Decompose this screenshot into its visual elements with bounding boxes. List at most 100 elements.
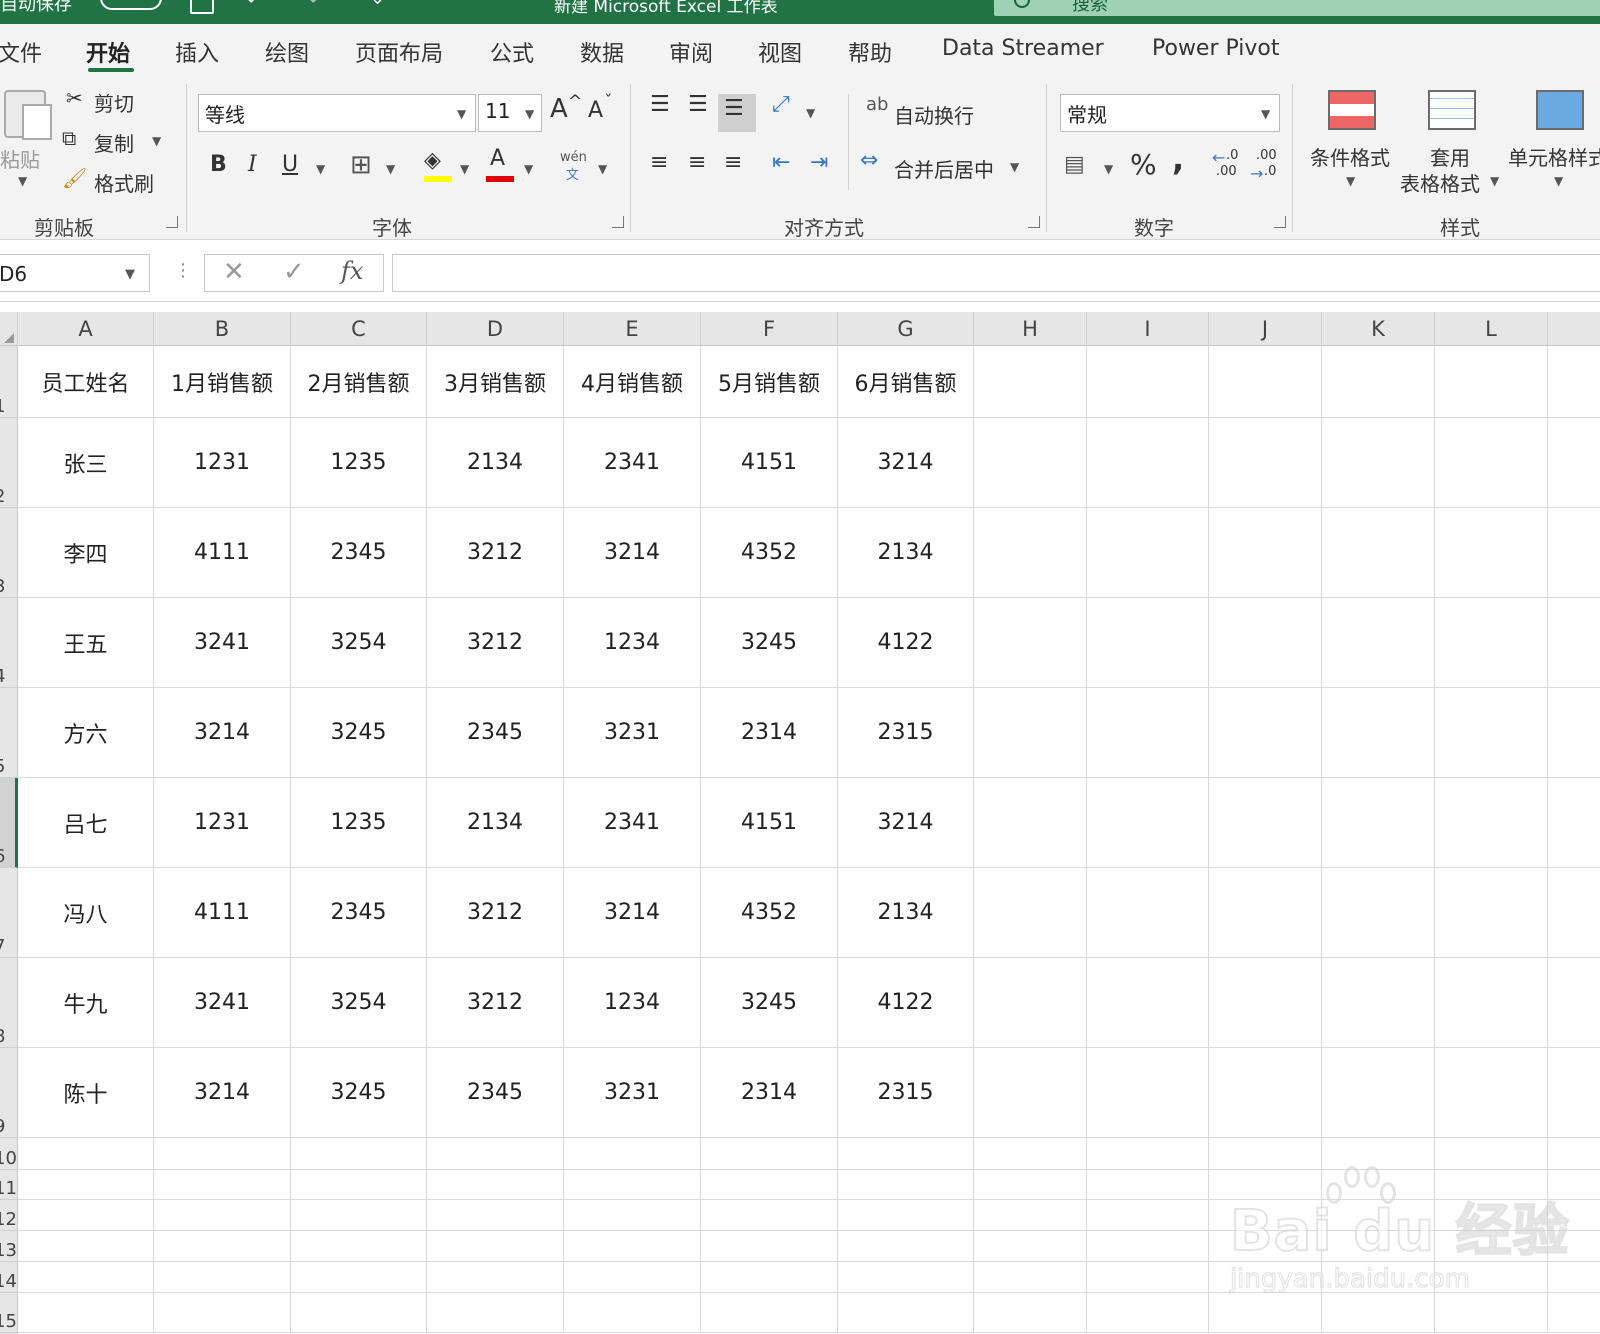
tab-review[interactable]: 审阅 [669, 36, 713, 68]
increase-indent-icon[interactable]: ⇥ [810, 150, 828, 175]
table-cell[interactable]: 3214 [564, 508, 701, 598]
italic-button[interactable]: I [248, 152, 257, 177]
table-cell[interactable]: 3241 [154, 598, 291, 688]
row-header-8[interactable]: 8 [0, 958, 18, 1048]
font-launcher-icon[interactable] [612, 216, 624, 228]
table-cell[interactable]: 3214 [838, 778, 974, 868]
bold-button[interactable]: B [210, 152, 227, 177]
align-top-icon[interactable]: ☰ [650, 92, 670, 117]
table-cell[interactable] [1322, 418, 1435, 508]
tab-insert[interactable]: 插入 [175, 36, 219, 68]
table-cell[interactable] [838, 1170, 974, 1200]
table-cell[interactable] [1209, 508, 1322, 598]
table-cell[interactable] [1322, 778, 1435, 868]
table-cell[interactable]: 3241 [154, 958, 291, 1048]
table-cell[interactable]: 1235 [291, 778, 427, 868]
name-box[interactable]: D6 ▼ [0, 254, 150, 292]
table-cell[interactable]: 2341 [564, 418, 701, 508]
column-header-h[interactable]: H [974, 312, 1087, 346]
table-cell[interactable] [1087, 1138, 1209, 1170]
table-cell[interactable]: 方六 [18, 688, 154, 778]
table-cell[interactable] [1087, 418, 1209, 508]
tab-power-pivot[interactable]: Power Pivot [1152, 36, 1280, 61]
row-header-14[interactable]: 14 [0, 1262, 18, 1293]
table-cell[interactable] [1322, 958, 1435, 1048]
row-header-10[interactable]: 10 [0, 1138, 18, 1170]
column-header-c[interactable]: C [291, 312, 427, 346]
table-cell[interactable]: 4111 [154, 868, 291, 958]
table-cell[interactable]: 2134 [838, 508, 974, 598]
undo-icon[interactable]: ↶ [246, 0, 264, 13]
table-cell[interactable]: 4352 [701, 868, 838, 958]
font-color-button[interactable]: A [490, 146, 505, 171]
row-header-9[interactable]: 9 [0, 1048, 18, 1138]
header-cell[interactable]: 6月销售额 [838, 346, 974, 418]
number-format-dropdown[interactable]: 常规 ▼ [1060, 94, 1280, 132]
table-cell[interactable] [1209, 868, 1322, 958]
header-cell[interactable]: 4月销售额 [564, 346, 701, 418]
tab-home[interactable]: 开始 [86, 36, 130, 68]
column-header-l[interactable]: L [1435, 312, 1548, 346]
table-cell[interactable] [427, 1293, 564, 1333]
column-header-e[interactable]: E [564, 312, 701, 346]
number-launcher-icon[interactable] [1274, 216, 1286, 228]
grow-font-button[interactable]: A [550, 94, 568, 124]
formula-bar-resize-handle[interactable]: ⋮ [174, 260, 192, 281]
table-cell[interactable]: 3214 [154, 688, 291, 778]
table-cell[interactable] [564, 1262, 701, 1293]
font-size-dropdown[interactable]: 11 ▼ [478, 94, 542, 132]
table-cell[interactable]: 2134 [427, 778, 564, 868]
table-cell[interactable] [974, 1048, 1087, 1138]
underline-button[interactable]: U [282, 152, 298, 177]
column-header-f[interactable]: F [701, 312, 838, 346]
borders-chevron-down-icon[interactable]: ▼ [386, 162, 395, 176]
table-cell[interactable]: 4111 [154, 508, 291, 598]
align-middle-icon[interactable]: ☰ [688, 92, 708, 117]
enter-check-icon[interactable]: ✓ [283, 257, 305, 287]
table-cell[interactable] [564, 1293, 701, 1333]
borders-icon[interactable]: ⊞ [350, 150, 372, 180]
table-cell[interactable]: 2345 [291, 868, 427, 958]
row-header-12[interactable]: 12 [0, 1200, 18, 1231]
table-cell[interactable]: 陈十 [18, 1048, 154, 1138]
row-header-4[interactable]: 4 [0, 598, 18, 688]
table-cell[interactable] [1435, 508, 1548, 598]
align-right-icon[interactable]: ≡ [724, 150, 742, 175]
table-cell[interactable] [974, 598, 1087, 688]
table-cell[interactable] [1435, 598, 1548, 688]
column-header-a[interactable]: A [18, 312, 154, 346]
table-cell[interactable]: 1234 [564, 958, 701, 1048]
table-cell[interactable] [564, 1170, 701, 1200]
table-cell[interactable] [701, 1200, 838, 1231]
table-cell[interactable] [974, 1200, 1087, 1231]
table-cell[interactable] [154, 1231, 291, 1262]
table-cell[interactable] [427, 1138, 564, 1170]
table-cell[interactable] [1087, 508, 1209, 598]
header-cell[interactable]: 5月销售额 [701, 346, 838, 418]
table-cell[interactable] [838, 1200, 974, 1231]
table-cell[interactable] [1087, 688, 1209, 778]
table-cell[interactable] [1087, 1170, 1209, 1200]
header-cell[interactable] [974, 346, 1087, 418]
table-cell[interactable] [1087, 598, 1209, 688]
table-cell[interactable] [701, 1293, 838, 1333]
table-cell[interactable]: 3212 [427, 868, 564, 958]
row-header-13[interactable]: 13 [0, 1231, 18, 1262]
table-cell[interactable] [1209, 688, 1322, 778]
table-cell[interactable]: 张三 [18, 418, 154, 508]
table-cell[interactable] [1435, 688, 1548, 778]
table-cell[interactable] [701, 1170, 838, 1200]
header-cell[interactable] [1435, 346, 1548, 418]
table-cell[interactable]: 2134 [838, 868, 974, 958]
table-cell[interactable] [18, 1200, 154, 1231]
table-cell[interactable] [1209, 418, 1322, 508]
table-cell[interactable] [1209, 958, 1322, 1048]
accounting-format-icon[interactable]: ▤ [1064, 152, 1085, 177]
tab-view[interactable]: 视图 [758, 36, 802, 68]
table-cell[interactable] [1548, 418, 1600, 508]
table-cell[interactable] [1087, 868, 1209, 958]
table-cell[interactable] [974, 688, 1087, 778]
table-cell[interactable] [1087, 1262, 1209, 1293]
header-cell[interactable] [1209, 346, 1322, 418]
redo-icon[interactable]: ↷ [300, 0, 318, 13]
